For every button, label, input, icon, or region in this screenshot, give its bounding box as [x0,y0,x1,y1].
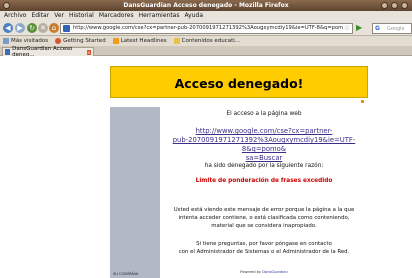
menu-bar: Archivo Editar Ver Historial Marcadores … [0,11,412,20]
menu-historial[interactable]: Historial [69,12,94,19]
blocked-url-line[interactable]: sa=Buscar [160,154,368,163]
blocked-url-line[interactable]: pub-2070091971271392%3Aougxymcdiy19&ie=U… [160,136,368,154]
google-search-icon: G [375,25,380,32]
folder-icon [173,38,180,44]
menu-herramientas[interactable]: Herramientas [139,12,180,19]
menu-marcadores[interactable]: Marcadores [99,12,134,19]
bookmark-label: Getting Started [63,38,106,44]
info-line: intenta acceder contiene, o está clasifi… [178,215,350,221]
maximize-icon[interactable] [391,2,398,9]
folder-icon [3,38,9,44]
bookmark-label: Más visitados [11,38,49,44]
go-icon[interactable]: ▶ [356,23,366,33]
banner-dot [361,100,364,103]
powered-prefix: Powered by [240,270,262,274]
bookmark-most-visited[interactable]: Más visitados [3,38,48,44]
tab-close-icon[interactable]: × [86,49,91,55]
message-area: El acceso a la página web http://www.goo… [160,107,368,278]
back-icon[interactable]: ◀ [3,23,13,33]
contact-line: Si tiene preguntas, por favor póngase en… [196,241,332,247]
menu-ayuda[interactable]: Ayuda [184,12,203,19]
denial-reason: Límite de ponderación de frases excedido [195,178,333,184]
bookmark-label: Contenidos educati... [181,38,241,44]
url-text[interactable]: http://www.google.com/cse?cx=partner-pub… [73,25,343,31]
info-text: Usted está viendo este mensaje de error … [160,206,368,230]
tab-dansguardian[interactable]: DansGuardian Acceso deneg... × [2,46,94,58]
dansguardian-link[interactable]: DansGuardian [262,270,288,274]
powered-by: Powered by DansGuardian [160,270,368,274]
bookmark-star-icon[interactable]: ☆ [344,24,350,32]
contact-text: Si tiene preguntas, por favor póngase en… [160,240,368,256]
window-title: DansGuardian Acceso denegado - Mozilla F… [123,2,289,9]
rss-icon [112,38,119,44]
menu-archivo[interactable]: Archivo [4,12,26,19]
home-icon[interactable]: ⌂ [49,23,59,33]
header-banner: Acceso denegado! [110,66,368,98]
navigation-toolbar: ◀ ▶ ↻ ✕ ⌂ http://www.google.com/cse?cx=p… [0,20,412,36]
info-line: material que se considera inapropiado. [211,223,317,229]
blocked-url-line[interactable]: http://www.google.com/cse?cx=partner- [160,127,368,136]
window-titlebar: DansGuardian Acceso denegado - Mozilla F… [0,0,412,11]
bookmark-label: Latest Headlines [120,38,167,44]
left-column: SU COMPAÑIA [110,107,160,278]
menu-editar[interactable]: Editar [31,12,49,19]
contact-line: con el Administrador de Sistemas o el Ad… [178,249,350,255]
stop-icon[interactable]: ✕ [38,23,48,33]
tab-bar: DansGuardian Acceso deneg... × [0,46,412,58]
site-favicon-icon [63,25,70,32]
minimize-icon[interactable] [381,2,388,9]
blocked-url-link[interactable]: http://www.google.com/cse?cx=partner- pu… [160,127,368,163]
tab-favicon-icon [5,49,11,55]
bookmark-contenidos[interactable]: Contenidos educati... [173,38,241,44]
block-page: Acceso denegado! SU COMPAÑIA El acceso a… [110,56,368,278]
denied-text: ha sido denegado por la siguiente razón: [204,163,324,169]
page-content: Acceso denegado! SU COMPAÑIA El acceso a… [0,56,412,278]
search-placeholder: Google [387,26,405,32]
close-icon[interactable] [401,2,408,9]
forward-icon[interactable]: ▶ [15,23,25,33]
page-title: Acceso denegado! [174,76,304,91]
info-line: Usted está viendo este mensaje de error … [173,207,355,213]
bookmark-latest-headlines[interactable]: Latest Headlines [112,38,167,44]
bookmarks-toolbar: Más visitados Getting Started Latest Hea… [0,36,412,46]
bookmark-getting-started[interactable]: Getting Started [55,38,106,44]
reload-icon[interactable]: ↻ [27,23,37,33]
menu-ver[interactable]: Ver [54,12,64,19]
search-box[interactable]: G Google [372,23,412,34]
intro-text: El acceso a la página web [226,111,302,117]
url-bar[interactable]: http://www.google.com/cse?cx=partner-pub… [60,23,353,34]
left-footer: SU COMPAÑIA [113,272,139,276]
firefox-icon [55,38,62,44]
